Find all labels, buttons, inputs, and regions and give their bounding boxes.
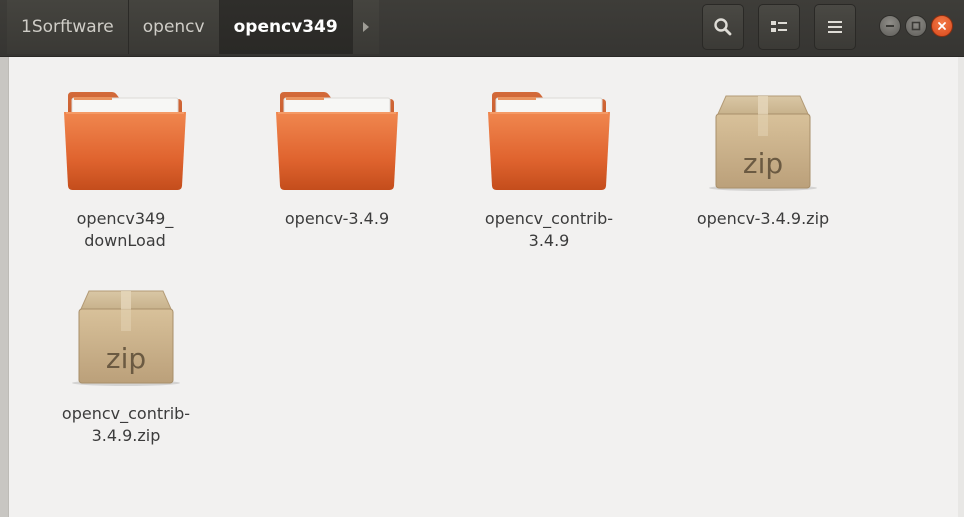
folder-icon	[488, 92, 610, 190]
breadcrumb: 1Sorftware opencv opencv349	[7, 0, 379, 54]
scrollbar-track[interactable]	[958, 57, 964, 517]
zip-badge: zip	[743, 147, 783, 180]
hamburger-menu-icon	[828, 21, 842, 33]
minimize-icon	[886, 25, 894, 27]
breadcrumb-forward-arrow[interactable]	[352, 0, 379, 54]
zip-badge: zip	[106, 342, 146, 375]
breadcrumb-item-opencv349[interactable]: opencv349	[219, 0, 353, 54]
zip-archive-icon: zip	[72, 290, 180, 386]
file-name: opencv-3.4.9.zip	[696, 209, 830, 228]
minimize-button[interactable]	[879, 15, 901, 37]
maximize-button[interactable]	[905, 15, 927, 37]
file-name: opencv349_ downLoad	[76, 209, 174, 250]
folder-icon	[276, 92, 398, 190]
view-toggle-button[interactable]	[758, 4, 800, 50]
file-name: opencv_contrib- 3.4.9.zip	[61, 404, 191, 445]
file-item[interactable]: zip opencv_contrib- 3.4.9.zip	[51, 283, 201, 447]
sidebar-edge	[0, 57, 9, 517]
search-button[interactable]	[702, 4, 744, 50]
folder-icon	[64, 92, 186, 190]
file-item[interactable]: zip opencv-3.4.9.zip	[688, 88, 838, 230]
breadcrumb-item-opencv[interactable]: opencv	[128, 0, 220, 54]
file-item[interactable]: opencv_contrib- 3.4.9	[474, 88, 624, 252]
list-view-icon	[771, 21, 787, 32]
file-name: opencv-3.4.9	[284, 209, 390, 228]
close-icon	[938, 22, 946, 30]
file-item[interactable]: opencv-3.4.9	[262, 88, 412, 230]
breadcrumb-item-1sorftware[interactable]: 1Sorftware	[7, 0, 129, 54]
zip-archive-icon: zip	[709, 95, 817, 191]
close-button[interactable]	[931, 15, 953, 37]
maximize-icon	[911, 21, 921, 31]
header-bar: 1Sorftware opencv opencv349	[0, 0, 964, 57]
file-item[interactable]: opencv349_ downLoad	[50, 88, 200, 252]
chevron-right-icon	[362, 22, 369, 32]
menu-button[interactable]	[814, 4, 856, 50]
search-icon	[714, 18, 732, 36]
file-name: opencv_contrib- 3.4.9	[484, 209, 614, 250]
